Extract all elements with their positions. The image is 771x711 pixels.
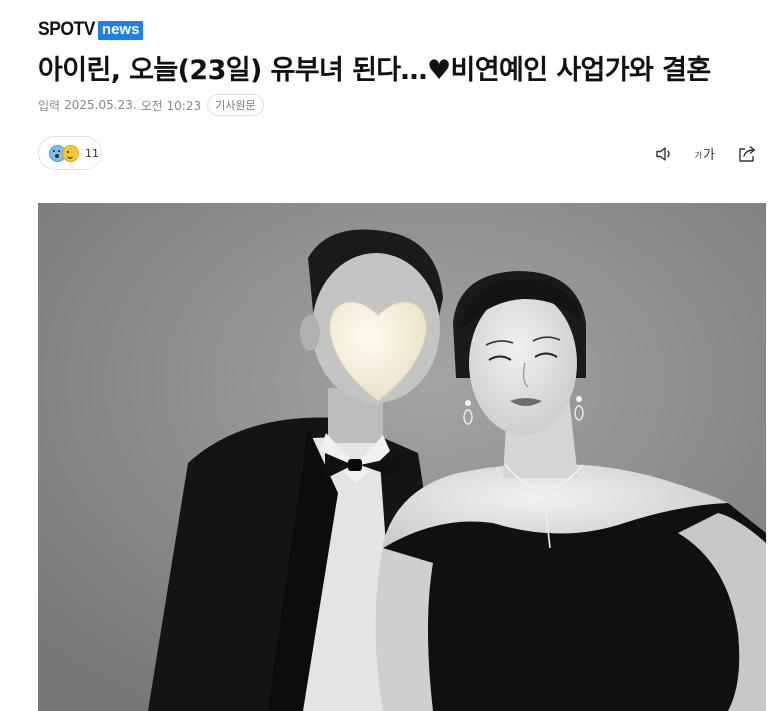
original-article-button[interactable]: 기사원문 [207,94,264,116]
article-meta: 입력 2025.05.23. 오전 10:23 기사원문 [38,94,264,116]
logo-news-badge: news [97,20,144,40]
share-button[interactable] [737,145,757,163]
share-icon [739,145,755,162]
speaker-button[interactable] [655,145,675,163]
meta-time: 오전 10:23 [140,98,202,113]
logo-brand-text: SPOTV [38,19,95,40]
meta-date: 2025.05.23. [64,98,137,112]
article-toolbar: 가 가 [655,144,757,163]
wink-emoji-icon [62,144,79,162]
couple-photo-illustration [38,203,766,711]
spotv-news-logo[interactable]: SPOTV news [38,19,144,40]
reaction-button[interactable]: 11 [38,136,102,170]
article-photo[interactable] [38,203,766,711]
article-headline: 아이린, 오늘(23일) 유부녀 된다…♥비연예인 사업가와 결혼 [38,55,711,86]
font-size-small-glyph: 가 [694,151,703,160]
font-size-button[interactable]: 가 가 [695,144,715,163]
meta-label: 입력 [38,98,61,113]
article-page: SPOTV news 아이린, 오늘(23일) 유부녀 된다…♥비연예인 사업가… [0,0,771,711]
font-size-large-glyph: 가 [703,148,715,163]
speaker-icon [655,146,670,161]
reaction-count: 11 [85,146,99,160]
